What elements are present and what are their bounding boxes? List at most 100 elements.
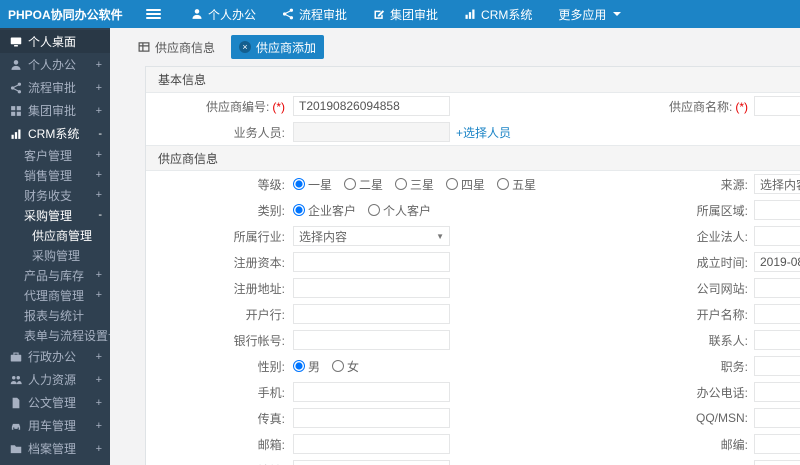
nav-crm[interactable]: CRM系统 xyxy=(464,6,532,23)
sidebar-item-product-inventory[interactable]: 产品与库存 + xyxy=(0,265,110,285)
sidebar-item-personal-desktop[interactable]: 个人桌面 xyxy=(0,30,110,53)
chevron-down-icon xyxy=(613,12,622,16)
sidebar-item-group-approval[interactable]: 集团审批 + xyxy=(0,99,110,122)
address-extra-input[interactable] xyxy=(754,460,800,465)
level-radio-option[interactable]: 二星 xyxy=(344,176,383,193)
top-nav: 个人办公 流程审批 集团审批 CRM系统 更多应用 xyxy=(191,6,622,23)
sidebar-item-customer-mgmt[interactable]: 客户管理 + xyxy=(0,145,110,165)
field-label: 成立时间: xyxy=(696,255,748,270)
field-label: 公司网站: xyxy=(696,281,748,296)
expand-icon[interactable]: + xyxy=(96,149,102,161)
gender-radio-option[interactable]: 男 xyxy=(293,358,320,375)
car-icon xyxy=(10,420,22,432)
job-title-input[interactable] xyxy=(754,356,800,376)
nav-personal-office[interactable]: 个人办公 xyxy=(191,6,256,23)
nav-more-apps[interactable]: 更多应用 xyxy=(558,6,622,23)
choose-staff-link[interactable]: +选择人员 xyxy=(456,124,511,141)
field-label: 企业法人: xyxy=(696,229,748,244)
expand-icon[interactable]: + xyxy=(96,351,102,363)
collapse-icon[interactable]: - xyxy=(98,209,102,221)
level-radio-option[interactable]: 五星 xyxy=(497,176,536,193)
founded-date-input[interactable] xyxy=(754,252,800,272)
expand-icon[interactable]: + xyxy=(96,169,102,181)
nav-process-approval[interactable]: 流程审批 xyxy=(282,6,347,23)
field-label: 开户名称: xyxy=(696,307,748,322)
field-label: 邮编: xyxy=(720,437,748,452)
account-name-input[interactable] xyxy=(754,304,800,324)
sidebar-item-agent-mgmt[interactable]: 代理商管理 + xyxy=(0,285,110,305)
reg-address-input[interactable] xyxy=(293,278,450,298)
sidebar-item-admin-office[interactable]: 行政办公 + xyxy=(0,345,110,368)
menu-toggle-icon[interactable] xyxy=(142,5,165,23)
expand-icon[interactable]: + xyxy=(96,420,102,432)
zip-input[interactable] xyxy=(754,434,800,454)
level-radio-option[interactable]: 四星 xyxy=(446,176,485,193)
expand-icon[interactable]: + xyxy=(96,269,102,281)
expand-icon[interactable]: + xyxy=(96,289,102,301)
supplier-name-input[interactable] xyxy=(754,96,800,116)
legal-person-input[interactable] xyxy=(754,226,800,246)
sidebar-item-form-flow-settings[interactable]: 表单与流程设置 + xyxy=(0,325,110,345)
nav-group-approval[interactable]: 集团审批 xyxy=(373,6,438,23)
supplier-no-input[interactable] xyxy=(293,96,450,116)
sidebar-item-archive-mgmt[interactable]: 档案管理 + xyxy=(0,437,110,460)
expand-icon[interactable]: + xyxy=(108,329,110,341)
address-input[interactable] xyxy=(293,460,450,465)
folder-icon xyxy=(10,443,22,455)
expand-icon[interactable]: + xyxy=(96,59,102,71)
sidebar-item-reports[interactable]: 报表与统计 xyxy=(0,305,110,325)
contact-input[interactable] xyxy=(754,330,800,350)
sidebar-item-purchase-mgmt-sub[interactable]: 采购管理 xyxy=(0,245,110,265)
form-row-supplier-no: 供应商编号:(*) 供应商名称:(*) xyxy=(146,93,800,119)
form-row-bank: 开户行: 开户名称: xyxy=(146,301,800,327)
expand-icon[interactable]: + xyxy=(96,82,102,94)
sidebar-item-supplier-mgmt[interactable]: 供应商管理 xyxy=(0,225,110,245)
staff-input[interactable] xyxy=(293,122,450,142)
expand-icon[interactable]: + xyxy=(96,105,102,117)
bank-input[interactable] xyxy=(293,304,450,324)
fax-input[interactable] xyxy=(293,408,450,428)
sidebar-item-sales-mgmt[interactable]: 销售管理 + xyxy=(0,165,110,185)
field-label: 邮箱: xyxy=(257,437,285,452)
users-icon xyxy=(10,374,22,386)
sidebar-item-vehicle-mgmt[interactable]: 用车管理 + xyxy=(0,414,110,437)
field-label: 性别: xyxy=(257,359,285,374)
expand-icon[interactable]: + xyxy=(96,374,102,386)
collapse-icon[interactable]: - xyxy=(98,128,102,140)
website-input[interactable] xyxy=(754,278,800,298)
gender-radio-option[interactable]: 女 xyxy=(332,358,359,375)
form-row-mobile: 手机: 办公电话: xyxy=(146,379,800,405)
industry-select[interactable]: 选择内容 ▼ xyxy=(293,226,450,246)
expand-icon[interactable]: + xyxy=(96,443,102,455)
region-input[interactable] xyxy=(754,200,800,220)
sidebar-item-hr[interactable]: 人力资源 + xyxy=(0,368,110,391)
sidebar-item-personal-office[interactable]: 个人办公 + xyxy=(0,53,110,76)
flow-icon xyxy=(282,8,294,20)
capital-input[interactable] xyxy=(293,252,450,272)
flow-icon xyxy=(10,82,22,94)
mobile-input[interactable] xyxy=(293,382,450,402)
sidebar-item-crm[interactable]: CRM系统 - xyxy=(0,122,110,145)
level-radio-option[interactable]: 一星 xyxy=(293,176,332,193)
sidebar-item-document-mgmt[interactable]: 公文管理 + xyxy=(0,391,110,414)
expand-icon[interactable]: + xyxy=(96,397,102,409)
sidebar-item-process-approval[interactable]: 流程审批 + xyxy=(0,76,110,99)
qq-msn-input[interactable] xyxy=(754,408,800,428)
tab-supplier-info[interactable]: 供应商信息 xyxy=(130,35,223,59)
tab-close-icon[interactable]: × xyxy=(239,41,252,53)
form-row-category: 类别: 企业客户 个人客户 所属区域: xyxy=(146,197,800,223)
source-select[interactable]: 选择内容▼ xyxy=(754,174,800,194)
section-header-supplier: 供应商信息 xyxy=(146,145,800,171)
tab-supplier-add[interactable]: × 供应商添加 xyxy=(231,35,325,59)
office-phone-input[interactable] xyxy=(754,382,800,402)
email-input[interactable] xyxy=(293,434,450,454)
bank-account-input[interactable] xyxy=(293,330,450,350)
field-label: 等级: xyxy=(257,177,285,192)
category-radio-option[interactable]: 个人客户 xyxy=(368,202,431,219)
category-radio-option[interactable]: 企业客户 xyxy=(293,202,356,219)
form-row-gender: 性别: 男 女 职务: xyxy=(146,353,800,379)
sidebar-item-finance[interactable]: 财务收支 + xyxy=(0,185,110,205)
expand-icon[interactable]: + xyxy=(96,189,102,201)
level-radio-option[interactable]: 三星 xyxy=(395,176,434,193)
sidebar-item-purchase-mgmt[interactable]: 采购管理 - xyxy=(0,205,110,225)
